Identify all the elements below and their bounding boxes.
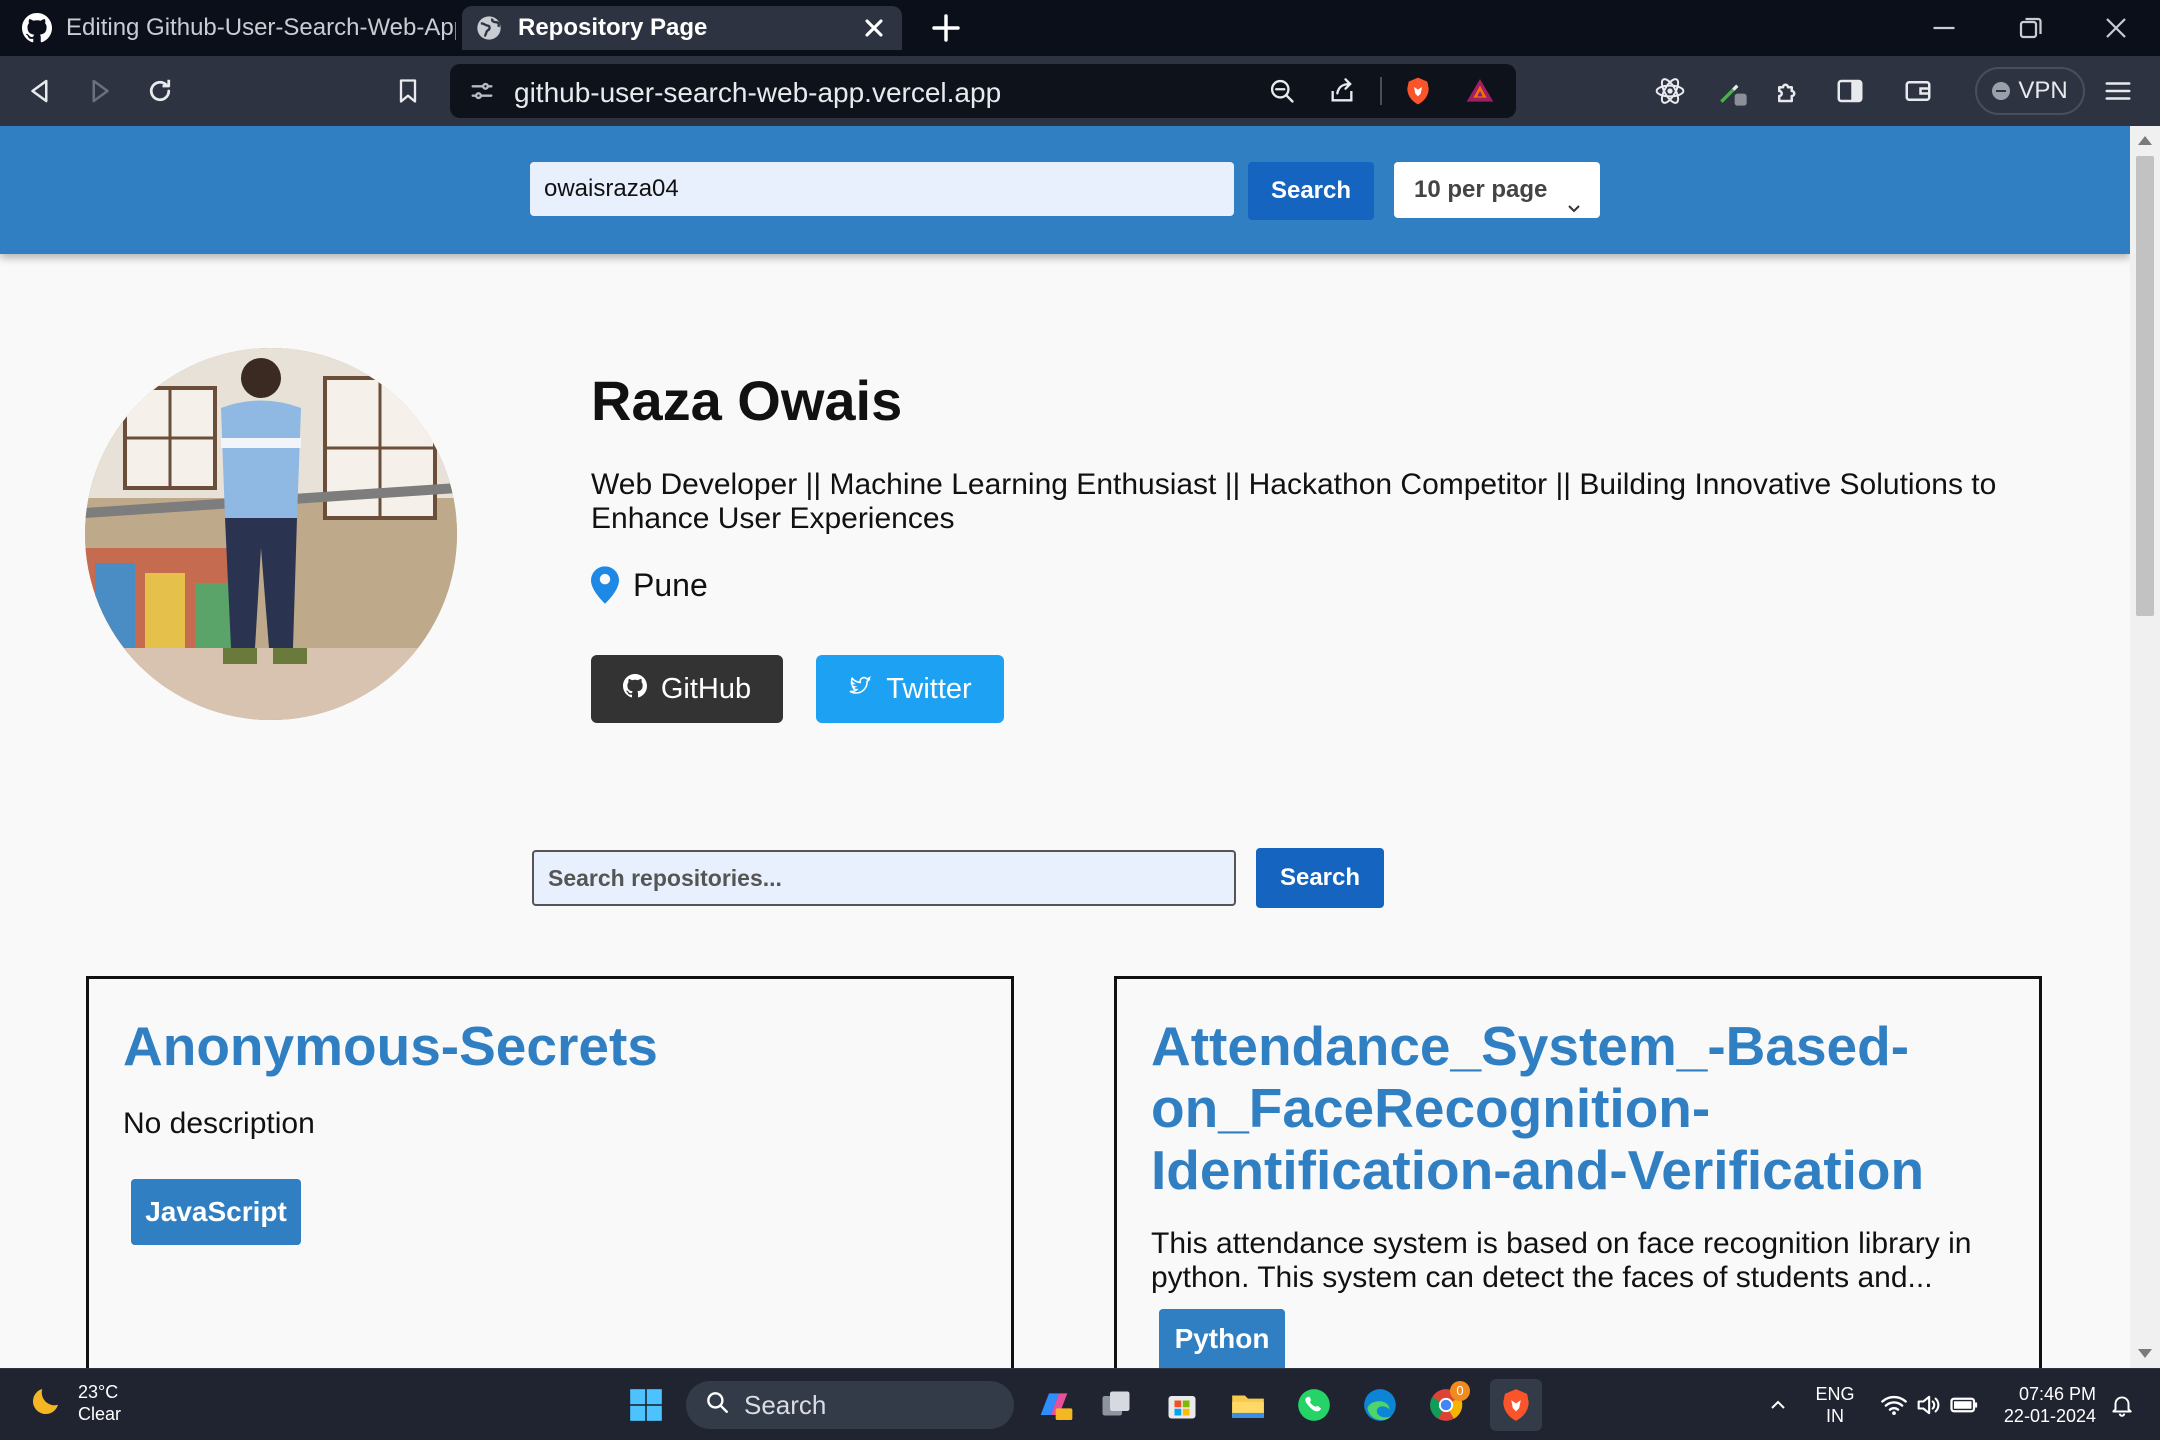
page-content: Search 10 per page	[0, 126, 2130, 1368]
chrome-badge: 0	[1450, 1381, 1470, 1401]
divider	[1380, 77, 1382, 105]
vpn-status-icon	[1992, 82, 2011, 100]
repo-title-link[interactable]: Anonymous-Secrets	[123, 1015, 973, 1077]
scrollbar-thumb[interactable]	[2136, 156, 2154, 616]
restore-icon[interactable]	[2012, 10, 2048, 46]
avatar	[85, 348, 457, 720]
repo-description: No description	[123, 1107, 315, 1140]
edge-icon[interactable]	[1358, 1383, 1402, 1427]
weather-widget[interactable]: 23°C Clear	[28, 1381, 121, 1425]
page-scrollbar[interactable]	[2130, 126, 2160, 1368]
battery-icon[interactable]	[1942, 1383, 1986, 1427]
globe-icon	[474, 13, 504, 43]
scroll-down-icon[interactable]	[2138, 1349, 2152, 1358]
back-icon[interactable]	[22, 73, 58, 109]
repo-card: Anonymous-Secrets No description JavaScr…	[86, 976, 1014, 1368]
repo-language-badge: JavaScript	[131, 1179, 301, 1245]
windows-taskbar: 23°C Clear Search 0 ENG IN 07:46 PM 22-0…	[0, 1368, 2160, 1440]
location-pin-icon	[591, 566, 619, 604]
language-indicator[interactable]: ENG IN	[1812, 1383, 1858, 1427]
sidebar-icon[interactable]	[1832, 73, 1868, 109]
twitter-profile-button[interactable]: Twitter	[816, 655, 1004, 723]
wallet-icon[interactable]	[1900, 73, 1936, 109]
vpn-label: VPN	[2018, 77, 2068, 104]
copilot-icon[interactable]	[1032, 1383, 1076, 1427]
tab-title: Repository Page	[518, 14, 708, 41]
search-icon	[704, 1389, 730, 1422]
profile-name: Raza Owais	[591, 369, 903, 432]
brave-shields-icon[interactable]	[1400, 73, 1436, 109]
chevron-down-icon	[1566, 182, 1582, 213]
bookmark-icon[interactable]	[390, 73, 426, 109]
scroll-up-icon[interactable]	[2138, 136, 2152, 145]
profile-bio: Web Developer || Machine Learning Enthus…	[591, 468, 1997, 535]
github-button-label: GitHub	[660, 672, 752, 705]
brave-icon[interactable]	[1490, 1379, 1542, 1431]
file-explorer-icon[interactable]	[1226, 1383, 1270, 1427]
menu-icon[interactable]	[2100, 73, 2136, 109]
chrome-icon[interactable]: 0	[1424, 1381, 1470, 1427]
repo-search-button[interactable]: Search	[1256, 848, 1384, 908]
user-search-button[interactable]: Search	[1248, 162, 1374, 220]
profile-location: Pune	[591, 566, 708, 604]
tab-editing-repo[interactable]: Editing Github-User-Search-Web-App/	[8, 6, 458, 50]
vpn-button[interactable]: VPN	[1975, 67, 2085, 115]
twitter-button-label: Twitter	[886, 672, 972, 705]
weather-text: 23°C Clear	[78, 1381, 121, 1425]
url-text: github-user-search-web-app.vercel.app	[514, 77, 1002, 108]
whatsapp-icon[interactable]	[1292, 1383, 1336, 1427]
github-profile-button[interactable]: GitHub	[591, 655, 783, 723]
weather-condition: Clear	[78, 1404, 122, 1424]
browser-toolbar: github-user-search-web-app.vercel.app VP…	[0, 56, 2160, 126]
site-settings-icon[interactable]	[464, 73, 500, 109]
task-view-icon[interactable]	[1094, 1383, 1138, 1427]
per-page-select[interactable]: 10 per page	[1394, 162, 1600, 218]
language-line2: IN	[1826, 1406, 1844, 1426]
forward-icon[interactable]	[82, 73, 118, 109]
github-icon	[22, 13, 52, 43]
react-devtools-icon[interactable]	[1652, 73, 1688, 109]
github-icon	[622, 673, 647, 706]
share-icon[interactable]	[1324, 73, 1360, 109]
address-bar[interactable]: github-user-search-web-app.vercel.app	[450, 64, 1516, 118]
color-picker-icon[interactable]	[1714, 73, 1750, 109]
new-tab-icon[interactable]	[930, 12, 962, 44]
windows-start-icon[interactable]	[624, 1383, 668, 1427]
clock-time: 07:46 PM	[2018, 1384, 2096, 1404]
repo-title-link[interactable]: Attendance_System_-Based-on_FaceRecognit…	[1151, 1015, 2001, 1201]
extensions-icon[interactable]	[1770, 73, 1806, 109]
reload-icon[interactable]	[142, 73, 178, 109]
repo-search-input[interactable]	[532, 850, 1236, 906]
clock[interactable]: 07:46 PM 22-01-2024	[2000, 1383, 2096, 1427]
browser-tab-bar: Editing Github-User-Search-Web-App/ Repo…	[0, 0, 2160, 56]
microsoft-store-icon[interactable]	[1160, 1383, 1204, 1427]
repo-card: Attendance_System_-Based-on_FaceRecognit…	[1114, 976, 2042, 1368]
tab-repository-page[interactable]: Repository Page	[462, 6, 902, 50]
close-tab-icon[interactable]	[860, 14, 888, 42]
clock-date: 22-01-2024	[2003, 1406, 2096, 1426]
taskbar-search[interactable]: Search	[686, 1381, 1014, 1429]
taskbar-search-label: Search	[744, 1389, 827, 1420]
notification-bell-icon[interactable]	[2100, 1383, 2144, 1427]
moon-icon	[28, 1383, 64, 1424]
search-header: Search 10 per page	[0, 126, 2130, 254]
repo-description: This attendance system is based on face …	[1151, 1227, 1972, 1294]
repo-language-badge: Python	[1159, 1309, 1285, 1368]
chevron-up-icon[interactable]	[1756, 1383, 1800, 1427]
language-line1: ENG	[1815, 1384, 1855, 1404]
per-page-value: 10 per page	[1414, 176, 1548, 203]
twitter-icon	[848, 673, 872, 706]
location-text: Pune	[633, 566, 708, 603]
username-input[interactable]	[530, 162, 1234, 216]
tab-title: Editing Github-User-Search-Web-App/	[66, 14, 456, 41]
minimize-icon[interactable]	[1926, 10, 1962, 46]
weather-temp: 23°C	[78, 1382, 119, 1402]
zoom-out-icon[interactable]	[1264, 73, 1300, 109]
brave-rewards-icon[interactable]	[1462, 73, 1498, 109]
close-window-icon[interactable]	[2098, 10, 2134, 46]
